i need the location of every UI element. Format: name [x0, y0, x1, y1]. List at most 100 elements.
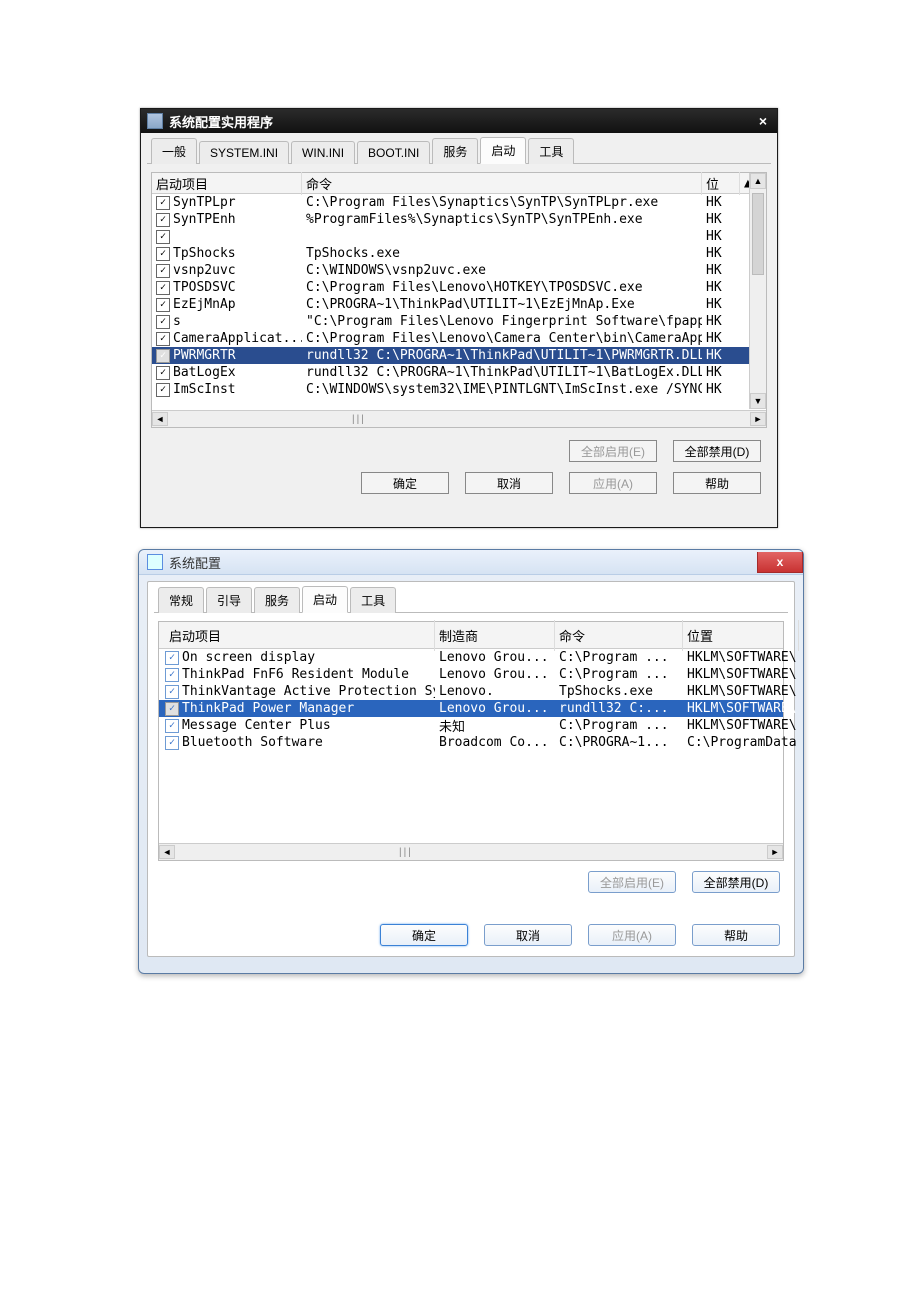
checkbox[interactable]: ✓ — [156, 366, 170, 380]
startup-item-name: vsnp2uvc — [173, 263, 236, 278]
horizontal-scrollbar[interactable]: ◄ ||| ► — [152, 410, 766, 427]
ok-button[interactable]: 确定 — [380, 924, 468, 946]
tab-general[interactable]: 一般 — [151, 138, 197, 164]
startup-item-location: HK — [702, 314, 740, 329]
table-row[interactable]: ✓ImScInstC:\WINDOWS\system32\IME\PINTLGN… — [152, 381, 766, 398]
tab-services[interactable]: 服务 — [254, 587, 300, 613]
checkbox[interactable] — [165, 685, 179, 699]
tab-tools[interactable]: 工具 — [350, 587, 396, 613]
close-icon[interactable]: × — [755, 113, 771, 129]
table-row[interactable]: ✓CameraApplicat...C:\Program Files\Lenov… — [152, 330, 766, 347]
tab-services[interactable]: 服务 — [432, 138, 478, 164]
checkbox[interactable]: ✓ — [156, 298, 170, 312]
col-cmd[interactable]: 命令 — [555, 620, 683, 651]
startup-list[interactable]: 启动项目 命令 位 ▲ ✓SynTPLprC:\Program Files\Sy… — [151, 172, 767, 428]
apply-button[interactable]: 应用(A) — [569, 472, 657, 494]
table-row[interactable]: ✓PWRMGRTRrundll32 C:\PROGRA~1\ThinkPad\U… — [152, 347, 766, 364]
titlebar[interactable]: 系统配置实用程序 × — [141, 109, 777, 133]
enable-all-button[interactable]: 全部启用(E) — [588, 871, 676, 893]
checkbox[interactable]: ✓ — [156, 247, 170, 261]
checkbox[interactable]: ✓ — [156, 196, 170, 210]
startup-item-manufacturer: Lenovo Grou... — [435, 701, 555, 716]
titlebar[interactable]: 系统配置 x — [139, 550, 803, 575]
startup-item-name: BatLogEx — [173, 365, 236, 380]
checkbox[interactable]: ✓ — [156, 349, 170, 363]
table-row[interactable]: ThinkVantage Active Protection SystemLen… — [159, 683, 783, 700]
table-row[interactable]: ✓BatLogEx rundll32 C:\PROGRA~1\ThinkPad\U… — [152, 364, 766, 381]
checkbox[interactable] — [165, 668, 179, 682]
table-row[interactable]: Bluetooth SoftwareBroadcom Co...C:\PROGR… — [159, 734, 783, 751]
col-item[interactable]: 启动项目 — [159, 620, 435, 651]
table-row[interactable]: ✓EzEjMnApC:\PROGRA~1\ThinkPad\UTILIT~1\E… — [152, 296, 766, 313]
help-button[interactable]: 帮助 — [692, 924, 780, 946]
tab-systemini[interactable]: SYSTEM.INI — [199, 141, 289, 164]
checkbox[interactable]: ✓ — [156, 315, 170, 329]
horizontal-scrollbar[interactable]: ◄ ||| ► — [159, 843, 783, 860]
table-row[interactable]: ✓HK — [152, 228, 766, 245]
table-row[interactable]: On screen displayLenovo Grou...C:\Progra… — [159, 649, 783, 666]
col-mfr[interactable]: 制造商 — [435, 620, 555, 651]
table-row[interactable]: ✓TpShocksTpShocks.exeHK — [152, 245, 766, 262]
checkbox[interactable]: ✓ — [156, 264, 170, 278]
startup-item-command: rundll32 C:\PROGRA~1\ThinkPad\UTILIT~1\P… — [302, 348, 702, 363]
tab-general[interactable]: 常规 — [158, 587, 204, 613]
help-button[interactable]: 帮助 — [673, 472, 761, 494]
startup-item-command: "C:\Program Files\Lenovo Fingerprint Sof… — [302, 314, 702, 329]
startup-item-command: rundll32 C:\PROGRA~1\ThinkPad\UTILIT~1\B… — [302, 365, 702, 380]
tab-boot[interactable]: 引导 — [206, 587, 252, 613]
cancel-button[interactable]: 取消 — [465, 472, 553, 494]
disable-all-button[interactable]: 全部禁用(D) — [673, 440, 761, 462]
table-row[interactable]: ✓SynTPEnh %ProgramFiles%\Synaptics\SynTP\… — [152, 211, 766, 228]
startup-item-command: TpShocks.exe — [555, 684, 683, 699]
col-item[interactable]: 启动项目 — [152, 172, 302, 195]
col-loc[interactable]: 位置 — [683, 620, 799, 651]
checkbox[interactable] — [165, 651, 179, 665]
window-title: 系统配置 — [169, 553, 221, 572]
checkbox[interactable]: ✓ — [156, 213, 170, 227]
apply-button[interactable]: 应用(A) — [588, 924, 676, 946]
startup-item-location: C:\ProgramData — [683, 735, 799, 750]
startup-item-location: HK — [702, 331, 740, 346]
checkbox[interactable]: ✓ — [156, 332, 170, 346]
table-row[interactable]: ThinkPad Power ManagerLenovo Grou...rund… — [159, 700, 783, 717]
table-row[interactable]: Message Center Plus未知C:\Program ...HKLM\… — [159, 717, 783, 734]
startup-item-name: ThinkPad FnF6 Resident Module — [182, 667, 409, 682]
vertical-scrollbar[interactable]: ▲ ▼ — [749, 173, 766, 409]
cancel-button[interactable]: 取消 — [484, 924, 572, 946]
startup-item-location: HKLM\SOFTWARE\ — [683, 667, 799, 682]
close-icon[interactable]: x — [757, 552, 803, 573]
startup-item-name: EzEjMnAp — [173, 297, 236, 312]
checkbox[interactable] — [165, 736, 179, 750]
tab-tools[interactable]: 工具 — [528, 138, 574, 164]
startup-item-name: SynTPEnh — [173, 212, 236, 227]
startup-item-command: TpShocks.exe — [302, 246, 702, 261]
disable-all-button[interactable]: 全部禁用(D) — [692, 871, 780, 893]
checkbox[interactable] — [165, 719, 179, 733]
tab-bootini[interactable]: BOOT.INI — [357, 141, 430, 164]
enable-all-button[interactable]: 全部启用(E) — [569, 440, 657, 462]
table-row[interactable]: ✓vsnp2uvcC:\WINDOWS\vsnp2uvc.exeHK — [152, 262, 766, 279]
checkbox[interactable]: ✓ — [156, 230, 170, 244]
tab-startup[interactable]: 启动 — [302, 586, 348, 613]
startup-item-location: HK — [702, 280, 740, 295]
ok-button[interactable]: 确定 — [361, 472, 449, 494]
table-row[interactable]: ✓s"C:\Program Files\Lenovo Fingerprint S… — [152, 313, 766, 330]
startup-item-name: Message Center Plus — [182, 718, 331, 733]
checkbox[interactable]: ✓ — [156, 281, 170, 295]
tab-winini[interactable]: WIN.INI — [291, 141, 355, 164]
startup-list[interactable]: 启动项目 制造商 命令 位置 On screen displayLenovo G… — [158, 621, 784, 861]
startup-item-manufacturer: Lenovo. — [435, 684, 555, 699]
table-row[interactable]: ✓SynTPLprC:\Program Files\Synaptics\SynT… — [152, 194, 766, 211]
col-cmd[interactable]: 命令 — [302, 172, 702, 195]
checkbox[interactable] — [165, 702, 179, 716]
tab-startup[interactable]: 启动 — [480, 137, 526, 164]
startup-item-name: SynTPLpr — [173, 195, 236, 210]
startup-item-command: %ProgramFiles%\Synaptics\SynTP\SynTPEnh.… — [302, 212, 702, 227]
checkbox[interactable]: ✓ — [156, 383, 170, 397]
startup-item-location: HK — [702, 297, 740, 312]
table-row[interactable]: ThinkPad FnF6 Resident ModuleLenovo Grou… — [159, 666, 783, 683]
table-row[interactable]: ✓TPOSDSVCC:\Program Files\Lenovo\HOTKEY\… — [152, 279, 766, 296]
app-icon — [147, 113, 163, 129]
startup-item-manufacturer: Lenovo Grou... — [435, 650, 555, 665]
col-loc[interactable]: 位 — [702, 172, 740, 195]
